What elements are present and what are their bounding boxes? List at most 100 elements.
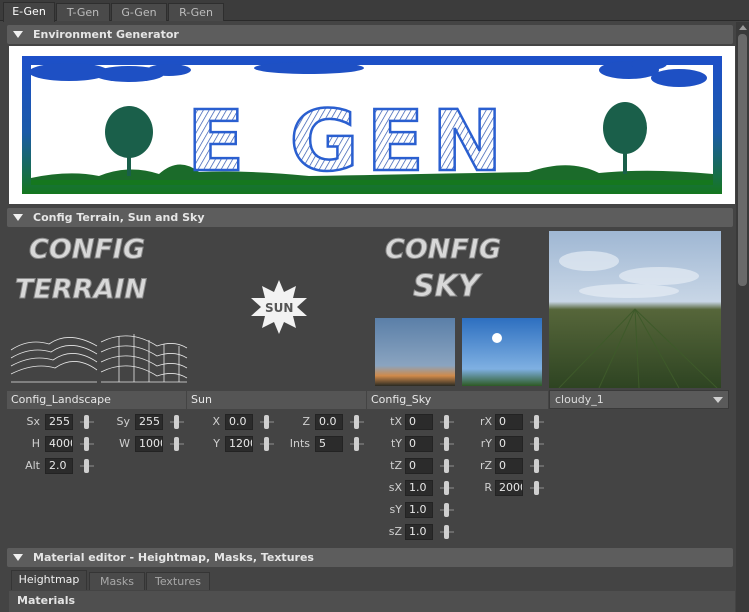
param-label: Sx [26,415,41,428]
collapse-triangle-icon[interactable] [13,214,23,221]
main-tab-bar: E-Gen T-Gen G-Gen R-Gen [0,0,749,22]
param-label: tX [390,415,402,428]
param-w-slider[interactable] [170,436,184,452]
param-label: Alt [25,459,40,472]
param-label: R [484,481,492,494]
param-sky-sz-slider[interactable] [440,524,454,540]
param-label: X [212,415,220,428]
sky-preset-value: cloudy_1 [555,393,604,406]
sky-art-line-1: CONFIG [385,234,501,265]
param-sky-sx-slider[interactable] [440,480,454,496]
param-sun-y-field[interactable]: 1200 [225,436,253,452]
terrain-art-line-2: TERRAIN [15,274,147,305]
param-sy-slider[interactable] [170,414,184,430]
sky-preset-preview[interactable] [549,231,721,389]
sky-graphic: CONFIG SKY [375,234,542,386]
label-config-sky: Config_Sky [367,391,548,409]
param-alt-slider[interactable] [80,458,94,474]
section-config[interactable]: Config Terrain, Sun and Sky [7,208,733,227]
param-sky-rz-slider[interactable] [530,458,544,474]
param-sky-rz-field[interactable]: 0 [495,458,523,474]
materials-header: Materials [9,591,735,612]
vertical-scrollbar[interactable] [736,22,749,612]
sky-preset-dropdown[interactable]: cloudy_1 [549,390,729,409]
param-sx-slider[interactable] [80,414,94,430]
terrain-graphic: CONFIG TERRAIN [10,234,188,383]
param-sun-x-field[interactable]: 0.0 [225,414,253,430]
section-title: Environment Generator [33,28,179,41]
param-sky-sx-field[interactable]: 1.0 [405,480,433,496]
param-sun-x-slider[interactable] [260,414,274,430]
tab-textures[interactable]: Textures [146,572,210,590]
param-sky-sz-field[interactable]: 1.0 [405,524,433,540]
param-sky-ry-slider[interactable] [530,436,544,452]
tab-g-gen[interactable]: G-Gen [111,3,167,21]
param-sky-rx-field[interactable]: 0 [495,414,523,430]
egen-window: E-Gen T-Gen G-Gen R-Gen Environment Gene… [0,0,749,612]
param-sky-tz-field[interactable]: 0 [405,458,433,474]
param-sky-rx-slider[interactable] [530,414,544,430]
param-sky-sy-slider[interactable] [440,502,454,518]
tab-masks[interactable]: Masks [89,572,145,590]
scroll-up-icon[interactable] [739,25,747,30]
config-sky-art[interactable]: CONFIG SKY [369,230,549,390]
section-title: Config Terrain, Sun and Sky [33,211,205,224]
param-h-field[interactable]: 4000 [45,436,73,452]
section-title: Material editor - Heightmap, Masks, Text… [33,551,314,564]
section-material-editor[interactable]: Material editor - Heightmap, Masks, Text… [7,548,733,567]
param-sky-ty-slider[interactable] [440,436,454,452]
cloudy-preview-graphic [549,231,721,389]
collapse-triangle-icon[interactable] [13,554,23,561]
tab-e-gen[interactable]: E-Gen [3,2,55,22]
label-config-landscape: Config_Landscape [7,391,186,409]
param-label: W [119,437,130,450]
param-label: H [31,437,40,450]
param-w-field[interactable]: 1000 [135,436,163,452]
param-sky-radius-field[interactable]: 2000 [495,480,523,496]
param-label: Z [302,415,310,428]
param-label: Ints [289,437,310,450]
param-sy-field[interactable]: 255 [135,414,163,430]
collapse-triangle-icon[interactable] [13,31,23,38]
param-label: Y [213,437,220,450]
param-sx-field[interactable]: 255 [45,414,73,430]
param-label: Sy [116,415,131,428]
chevron-down-icon[interactable] [713,397,723,403]
scrollbar-thumb[interactable] [738,34,747,286]
param-sun-z-field[interactable]: 0.0 [315,414,343,430]
param-sun-ints-field[interactable]: 5 [315,436,343,452]
param-alt-field[interactable]: 2.0 [45,458,73,474]
config-terrain-art[interactable]: CONFIG TERRAIN [9,230,189,390]
param-h-slider[interactable] [80,436,94,452]
sun-graphic: SUN [251,280,307,334]
tab-heightmap[interactable]: Heightmap [11,570,87,590]
param-sky-tx-field[interactable]: 0 [405,414,433,430]
param-label: tY [390,437,402,450]
param-label: sX [388,481,402,494]
param-label: tZ [390,459,402,472]
param-label: sZ [388,525,402,538]
param-sun-y-slider[interactable] [260,436,274,452]
param-label: rY [480,437,492,450]
label-sun: Sun [187,391,366,409]
banner-graphic: E GEN [22,56,722,194]
param-sky-ry-field[interactable]: 0 [495,436,523,452]
sky-art-line-2: SKY [413,269,483,304]
egen-banner: E GEN [9,46,735,204]
section-environment-generator[interactable]: Environment Generator [7,25,733,44]
param-sky-ty-field[interactable]: 0 [405,436,433,452]
param-sun-ints-slider[interactable] [350,436,364,452]
param-sky-tz-slider[interactable] [440,458,454,474]
tab-r-gen[interactable]: R-Gen [168,3,224,21]
sun-art-label: SUN [265,301,293,315]
param-sky-sy-field[interactable]: 1.0 [405,502,433,518]
param-sun-z-slider[interactable] [350,414,364,430]
param-sky-radius-slider[interactable] [530,480,544,496]
tab-t-gen[interactable]: T-Gen [56,3,110,21]
param-label: rX [479,415,492,428]
param-label: sY [389,503,402,516]
config-sun-art[interactable]: SUN [189,230,369,390]
param-label: rZ [479,459,492,472]
terrain-art-line-1: CONFIG [29,234,145,265]
param-sky-tx-slider[interactable] [440,414,454,430]
